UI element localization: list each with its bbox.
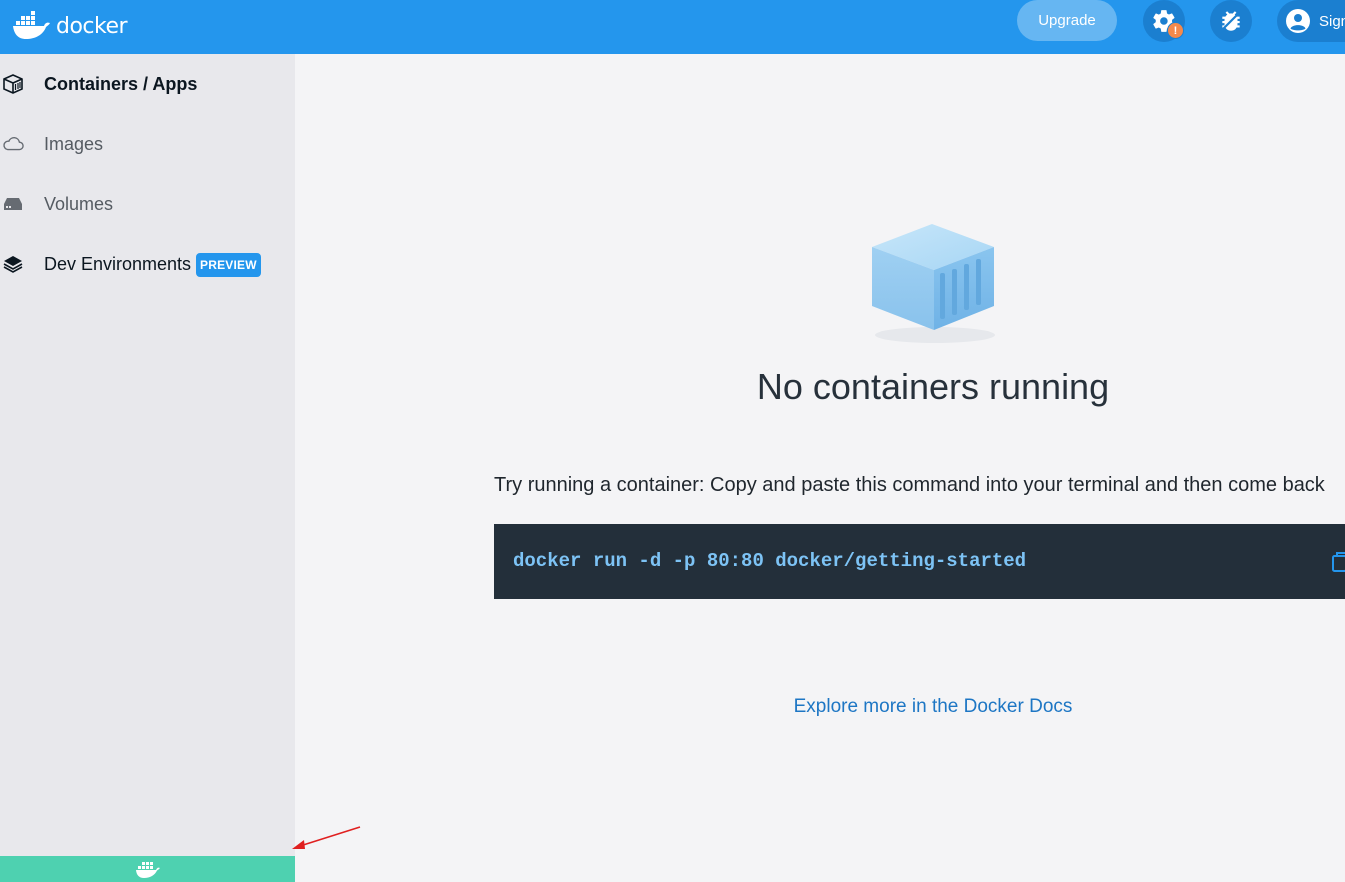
empty-state-title: No containers running [756,366,1110,407]
docker-docs-link[interactable]: Explore more in the Docker Docs [295,696,1345,718]
docker-whale-icon [135,862,160,878]
disk-icon [2,193,24,215]
cloud-icon [2,133,24,155]
troubleshoot-button[interactable] [1210,0,1252,42]
user-icon [1286,9,1310,33]
sidebar-item-label: Dev Environments [44,253,192,274]
command-box: docker run -d -p 80:80 docker/getting-st… [494,524,1345,599]
engine-status-bar[interactable] [0,856,295,882]
logo-text: docker [56,13,128,39]
docker-whale-icon [13,11,50,39]
container-icon [2,73,24,95]
warning-badge: ! [1167,22,1184,39]
sidebar-item-label: Images [44,133,104,154]
sign-in-label: Sign in [1319,12,1345,30]
settings-button[interactable]: ! [1143,0,1185,42]
sign-in-button[interactable]: Sign in [1277,0,1345,42]
top-bar: docker Upgrade ! Sign in [0,0,1345,54]
command-text[interactable]: docker run -d -p 80:80 docker/getting-st… [513,550,1026,572]
sidebar-item-containers[interactable]: Containers / Apps [0,64,295,104]
sidebar-item-dev-environments[interactable]: Dev Environments PREVIEW [0,244,295,284]
sidebar: Containers / Apps Images Volumes Dev Env… [0,54,295,882]
main-content: No containers running Try running a cont… [295,54,1345,882]
sidebar-item-label: Volumes [44,193,114,214]
upgrade-button[interactable]: Upgrade [1017,0,1117,41]
sidebar-item-volumes[interactable]: Volumes [0,184,295,224]
copy-icon[interactable] [1330,550,1345,574]
instruction-text: Try running a container: Copy and paste … [494,474,1325,496]
docker-logo: docker [12,6,128,46]
layers-icon [2,253,24,275]
annotation-arrow [292,826,361,849]
bug-icon [1222,11,1240,31]
container-illustration [872,224,995,343]
sidebar-item-label: Containers / Apps [44,73,198,94]
sidebar-item-images[interactable]: Images [0,124,295,164]
preview-badge: PREVIEW [196,253,261,277]
